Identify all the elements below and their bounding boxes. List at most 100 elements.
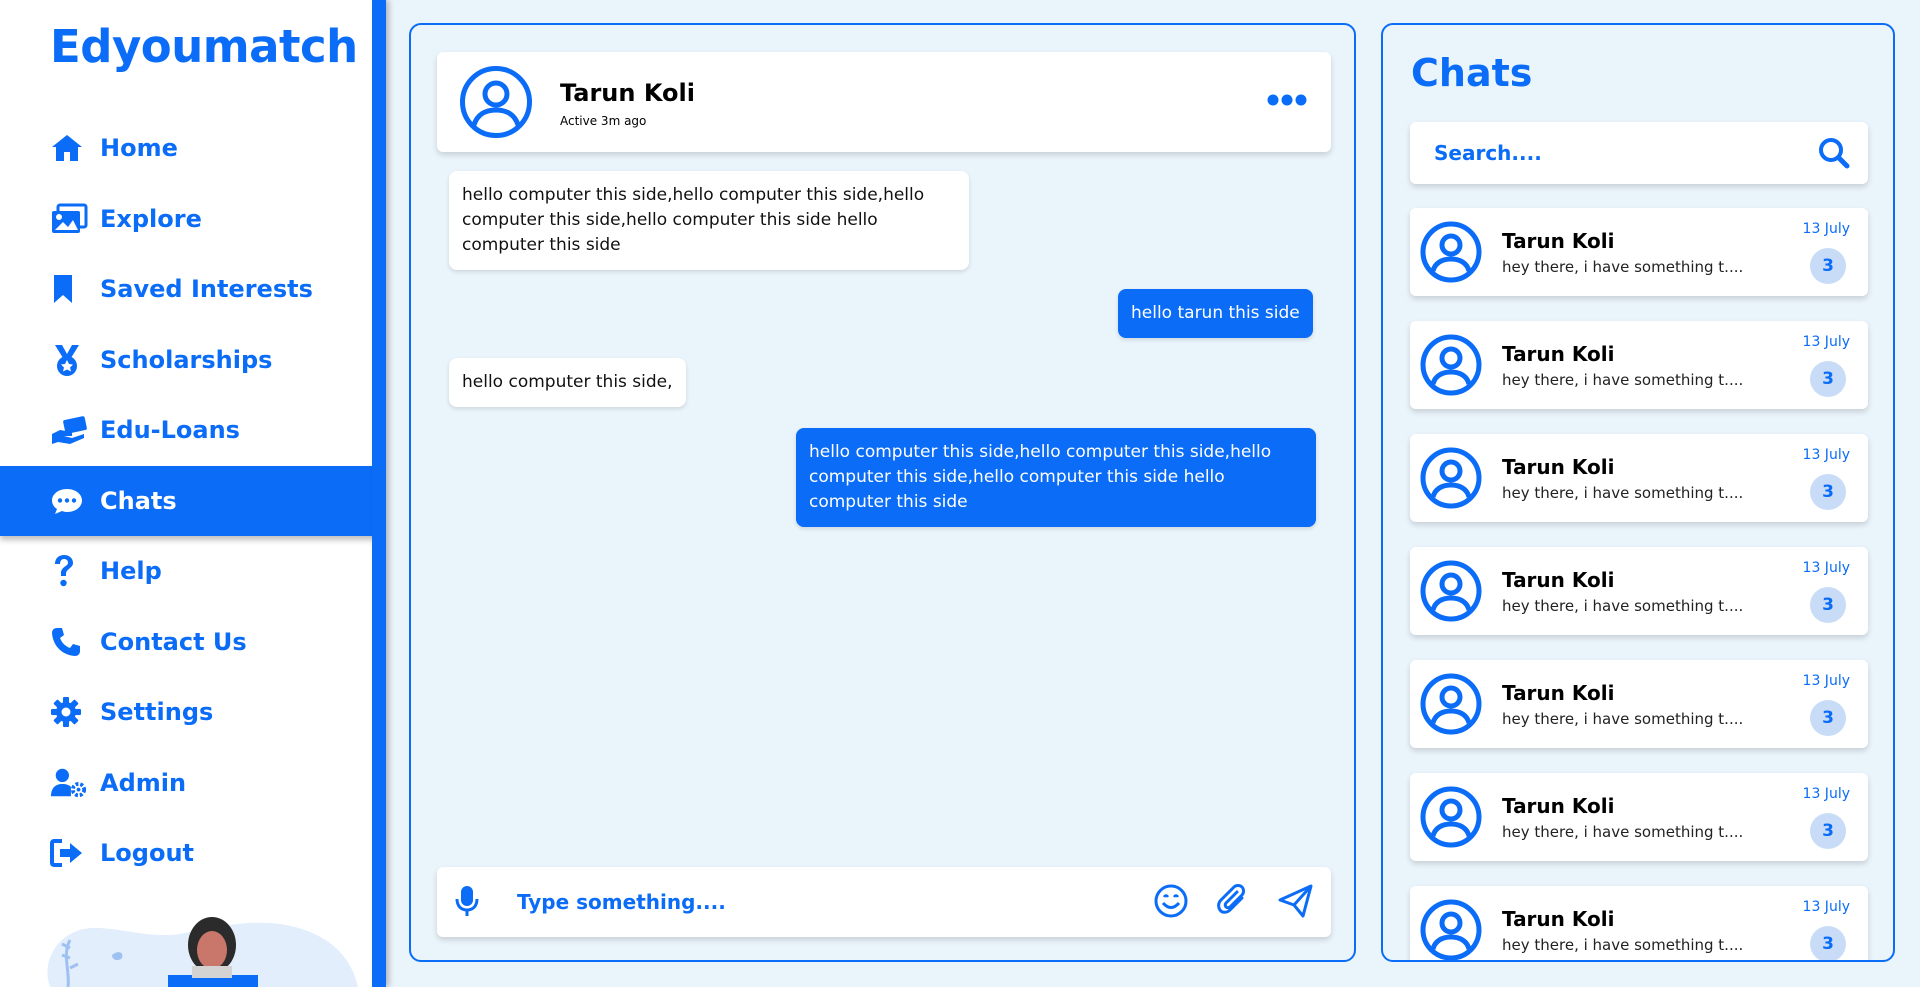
chat-list-item[interactable]: Tarun Koli hey there, i have something t… xyxy=(1410,773,1868,861)
medal-icon xyxy=(50,343,88,377)
sidebar-item-home[interactable]: Home xyxy=(0,113,372,184)
chat-name: Tarun Koli xyxy=(1502,568,1615,592)
unread-badge: 3 xyxy=(1810,926,1846,960)
chat-bubbles-icon xyxy=(50,484,88,518)
sidebar-item-label: Logout xyxy=(100,839,195,868)
sidebar-item-label: Home xyxy=(100,134,178,163)
gear-icon xyxy=(50,695,88,729)
send-icon[interactable] xyxy=(1278,884,1314,922)
search-icon[interactable] xyxy=(1818,137,1850,173)
chat-date: 13 July xyxy=(1802,899,1850,915)
chat-name: Tarun Koli xyxy=(1502,229,1615,253)
message-outgoing: hello tarun this side xyxy=(1118,289,1313,338)
bookmark-icon xyxy=(50,272,88,306)
chat-preview: hey there, i have something t.... xyxy=(1502,258,1744,276)
chat-date: 13 July xyxy=(1802,221,1850,237)
chat-list-item[interactable]: Tarun Koli hey there, i have something t… xyxy=(1410,886,1868,960)
microphone-icon[interactable] xyxy=(455,884,479,922)
sidebar-item-contact-us[interactable]: Contact Us xyxy=(0,607,372,678)
hand-money-icon xyxy=(50,413,88,447)
sidebar-item-label: Scholarships xyxy=(100,345,273,374)
chat-date: 13 July xyxy=(1802,673,1850,689)
conversation-header: Tarun Koli Active 3m ago xyxy=(437,52,1331,152)
chat-date: 13 July xyxy=(1802,560,1850,576)
chats-title: Chats xyxy=(1411,51,1533,95)
chat-date: 13 July xyxy=(1802,786,1850,802)
sidebar-item-settings[interactable]: Settings xyxy=(0,677,372,748)
unread-badge: 3 xyxy=(1810,248,1846,284)
question-icon xyxy=(50,554,88,588)
more-options-icon[interactable] xyxy=(1267,92,1307,111)
avatar xyxy=(1420,221,1482,287)
chat-name: Tarun Koli xyxy=(1502,342,1615,366)
sidebar-item-label: Help xyxy=(100,557,162,586)
chat-preview: hey there, i have something t.... xyxy=(1502,484,1744,502)
chat-name: Tarun Koli xyxy=(1502,794,1615,818)
brand-logo[interactable]: Edyoumatch xyxy=(50,20,358,73)
sidebar-item-label: Settings xyxy=(100,698,214,727)
chat-preview: hey there, i have something t.... xyxy=(1502,710,1744,728)
paperclip-icon[interactable] xyxy=(1216,884,1250,922)
chat-name: Tarun Koli xyxy=(1502,455,1615,479)
chat-preview: hey there, i have something t.... xyxy=(1502,823,1744,841)
sidebar-item-label: Admin xyxy=(100,768,187,797)
user-gear-icon xyxy=(50,766,88,800)
sidebar-item-label: Explore xyxy=(100,204,202,233)
unread-badge: 3 xyxy=(1810,700,1846,736)
chat-list-item[interactable]: Tarun Koli hey there, i have something t… xyxy=(1410,208,1868,296)
chat-preview: hey there, i have something t.... xyxy=(1502,936,1744,954)
unread-badge: 3 xyxy=(1810,587,1846,623)
sidebar-item-saved-interests[interactable]: Saved Interests xyxy=(0,254,372,325)
message-outgoing: hello computer this side,hello computer … xyxy=(796,428,1316,527)
sidebar-item-label: Contact Us xyxy=(100,627,247,656)
chat-preview: hey there, i have something t.... xyxy=(1502,371,1744,389)
sidebar-item-label: Chats xyxy=(100,486,177,515)
message-incoming: hello computer this side,hello computer … xyxy=(449,171,969,270)
home-icon xyxy=(50,131,88,165)
contact-name: Tarun Koli xyxy=(560,79,695,107)
emoji-icon[interactable] xyxy=(1154,884,1188,922)
sidebar-item-logout[interactable]: Logout xyxy=(0,818,372,889)
sidebar-edge xyxy=(372,0,386,987)
avatar xyxy=(1420,334,1482,400)
sidebar-item-label: Edu-Loans xyxy=(100,416,240,445)
avatar xyxy=(1420,673,1482,739)
avatar xyxy=(1420,899,1482,960)
chat-list-item[interactable]: Tarun Koli hey there, i have something t… xyxy=(1410,321,1868,409)
message-input[interactable] xyxy=(517,882,1117,922)
message-composer xyxy=(437,867,1331,937)
avatar xyxy=(1420,560,1482,626)
contact-status: Active 3m ago xyxy=(560,114,647,128)
unread-badge: 3 xyxy=(1810,813,1846,849)
sidebar-item-explore[interactable]: Explore xyxy=(0,184,372,255)
conversation-panel: Tarun Koli Active 3m ago hello computer … xyxy=(409,23,1356,962)
sidebar-item-edu-loans[interactable]: Edu-Loans xyxy=(0,395,372,466)
sidebar-item-admin[interactable]: Admin xyxy=(0,748,372,819)
sidebar-item-scholarships[interactable]: Scholarships xyxy=(0,325,372,396)
sidebar-nav: Home Explore Saved Interests Scholarship… xyxy=(0,113,380,889)
message-incoming: hello computer this side, xyxy=(449,358,686,407)
sidebar: Edyoumatch Home Explore Saved Interests … xyxy=(0,0,380,987)
sidebar-item-help[interactable]: Help xyxy=(0,536,372,607)
chat-list-item[interactable]: Tarun Koli hey there, i have something t… xyxy=(1410,434,1868,522)
images-icon xyxy=(50,202,88,236)
unread-badge: 3 xyxy=(1810,474,1846,510)
avatar xyxy=(1420,786,1482,852)
unread-badge: 3 xyxy=(1810,361,1846,397)
avatar xyxy=(1420,447,1482,513)
sidebar-item-chats[interactable]: Chats xyxy=(0,465,380,536)
logout-icon xyxy=(50,836,88,870)
chat-name: Tarun Koli xyxy=(1502,907,1615,931)
chat-list-item[interactable]: Tarun Koli hey there, i have something t… xyxy=(1410,547,1868,635)
search-input[interactable] xyxy=(1434,136,1794,170)
phone-icon xyxy=(50,625,88,659)
chat-list-item[interactable]: Tarun Koli hey there, i have something t… xyxy=(1410,660,1868,748)
chat-preview: hey there, i have something t.... xyxy=(1502,597,1744,615)
chats-panel: Chats Tarun Koli hey there, i have somet… xyxy=(1381,23,1895,962)
chat-search xyxy=(1410,122,1868,184)
avatar[interactable] xyxy=(459,65,533,143)
sidebar-item-label: Saved Interests xyxy=(100,275,313,304)
chat-date: 13 July xyxy=(1802,447,1850,463)
reading-person-illustration xyxy=(40,900,360,987)
chat-date: 13 July xyxy=(1802,334,1850,350)
